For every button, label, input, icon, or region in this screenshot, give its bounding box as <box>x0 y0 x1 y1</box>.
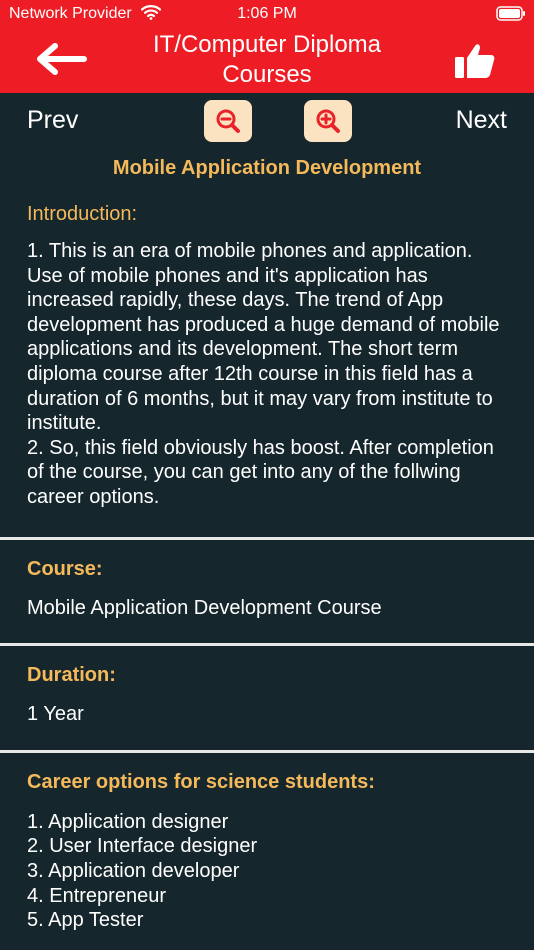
list-item: 2. User Interface designer <box>27 835 258 858</box>
introduction-paragraph-2: 2. So, this field obviously has boost. A… <box>27 436 494 508</box>
section-divider <box>0 643 534 647</box>
introduction-paragraph-1: 1. This is an era of mobile phones and a… <box>27 240 500 435</box>
course-value: Mobile Application Development Course <box>27 596 382 619</box>
course-content: Mobile Application Development Introduct… <box>0 149 534 933</box>
duration-value: 1 Year <box>27 703 84 726</box>
course-name: Mobile Application Development <box>112 157 422 179</box>
back-arrow-icon[interactable] <box>34 42 88 76</box>
list-item: 1. Application designer <box>27 810 229 833</box>
list-item: 4. Entrepreneur <box>27 884 166 907</box>
career-list: 1. Application designer 2. User Interfac… <box>0 810 534 933</box>
career-section: Career options for science students: 1. … <box>0 771 534 933</box>
duration-section: Duration: 1 Year <box>0 664 534 727</box>
section-divider <box>0 536 534 540</box>
status-time: 1:06 PM <box>237 5 297 22</box>
title-line-2: Courses <box>222 61 312 88</box>
introduction-section: Introduction: 1. This is an era of mobil… <box>0 203 534 510</box>
battery-icon <box>496 6 525 21</box>
zoom-in-icon <box>316 109 340 133</box>
reader-toolbar: Prev Next <box>0 93 534 149</box>
course-section: Course: Mobile Application Development C… <box>0 558 534 621</box>
next-button[interactable]: Next <box>456 106 507 135</box>
status-bar: Network Provider 1:06 PM <box>0 0 534 28</box>
zoom-in-button[interactable] <box>304 100 352 142</box>
section-divider <box>0 749 534 753</box>
duration-heading: Duration: <box>27 664 116 687</box>
list-item: 3. Application developer <box>27 859 240 882</box>
zoom-out-icon <box>216 109 240 133</box>
page-title: IT/Computer Diploma Courses <box>110 30 424 90</box>
prev-button[interactable]: Prev <box>27 106 78 135</box>
course-heading: Course: <box>27 557 103 580</box>
thumbs-up-icon[interactable] <box>454 42 496 80</box>
zoom-out-button[interactable] <box>204 100 252 142</box>
title-line-1: IT/Computer Diploma <box>152 31 382 58</box>
list-item: 5. App Tester <box>27 909 144 932</box>
career-heading: Career options for science students: <box>27 770 375 793</box>
introduction-heading: Introduction: <box>27 203 138 225</box>
app-header: Network Provider 1:06 PM IT/Computer Dip… <box>0 0 534 93</box>
